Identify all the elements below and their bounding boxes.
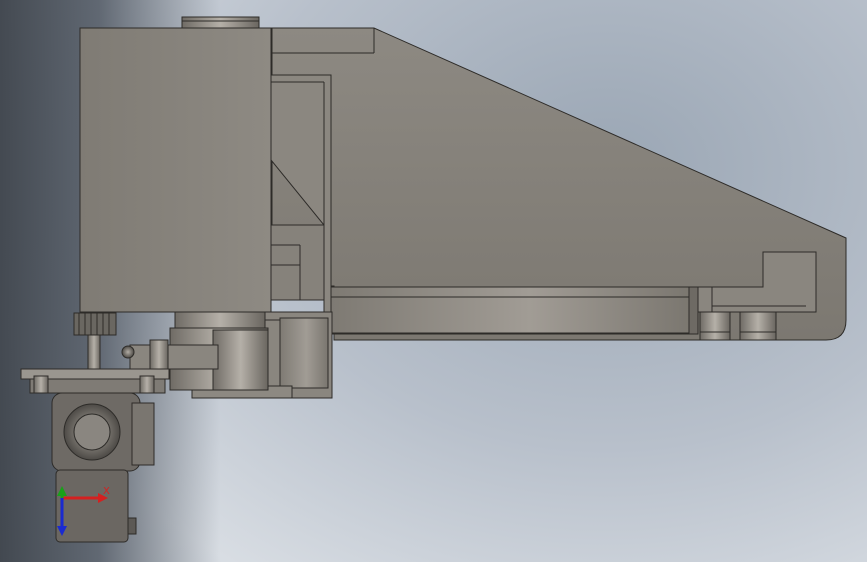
motor-mount-plate[interactable] <box>20 368 170 394</box>
gear-motor[interactable] <box>51 392 155 543</box>
spur-gear[interactable] <box>73 312 117 370</box>
top-cap[interactable] <box>181 16 260 29</box>
graphics-viewport[interactable]: X <box>0 0 867 562</box>
linear-rail[interactable] <box>330 286 699 335</box>
model-view[interactable]: X <box>0 0 867 562</box>
x-axis-label: X <box>103 486 110 497</box>
column-block[interactable] <box>79 27 272 313</box>
